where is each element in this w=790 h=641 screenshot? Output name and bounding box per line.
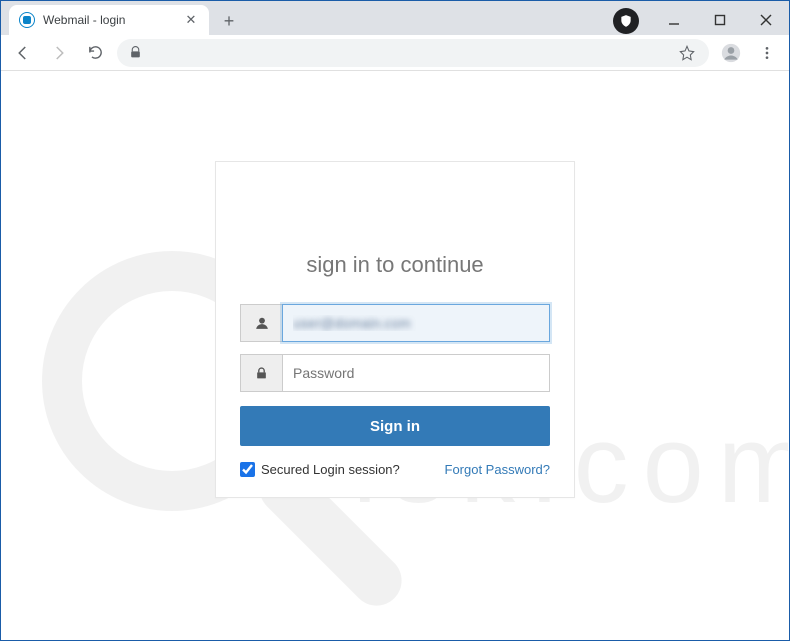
user-icon [240, 304, 282, 342]
forgot-password-link[interactable]: Forgot Password? [445, 462, 551, 477]
secured-label: Secured Login session? [261, 462, 400, 477]
login-card: sign in to continue Sign in Secured Logi… [215, 161, 575, 498]
nav-reload-button[interactable] [81, 39, 109, 67]
tab-bar: Webmail - login ✕ + [1, 1, 789, 35]
password-input[interactable] [282, 354, 550, 392]
page-content: PC risk.com sign in to continue Sign in [2, 101, 788, 639]
browser-window: Webmail - login ✕ + [0, 0, 790, 641]
address-bar[interactable] [117, 39, 709, 67]
nav-forward-button[interactable] [45, 39, 73, 67]
window-minimize-button[interactable] [651, 5, 697, 35]
secured-checkbox-input[interactable] [240, 462, 255, 477]
lock-icon [240, 354, 282, 392]
nav-back-button[interactable] [9, 39, 37, 67]
username-row [240, 304, 550, 342]
secured-session-checkbox[interactable]: Secured Login session? [240, 462, 400, 477]
url-input[interactable] [150, 45, 669, 60]
login-footer: Secured Login session? Forgot Password? [240, 462, 550, 477]
login-heading: sign in to continue [240, 252, 550, 278]
window-close-button[interactable] [743, 5, 789, 35]
signin-button[interactable]: Sign in [240, 406, 550, 446]
browser-toolbar [1, 35, 789, 71]
new-tab-button[interactable]: + [215, 7, 243, 35]
tab-title: Webmail - login [43, 13, 175, 27]
shield-badge-icon [613, 8, 639, 34]
bookmark-star-button[interactable] [677, 39, 697, 67]
profile-avatar-button[interactable] [717, 39, 745, 67]
tab-favicon-icon [19, 12, 35, 28]
password-row [240, 354, 550, 392]
lock-icon [129, 46, 142, 59]
close-tab-button[interactable]: ✕ [183, 12, 199, 28]
window-maximize-button[interactable] [697, 5, 743, 35]
browser-tab[interactable]: Webmail - login ✕ [9, 5, 209, 35]
chrome-menu-button[interactable] [753, 39, 781, 67]
username-input[interactable] [282, 304, 550, 342]
